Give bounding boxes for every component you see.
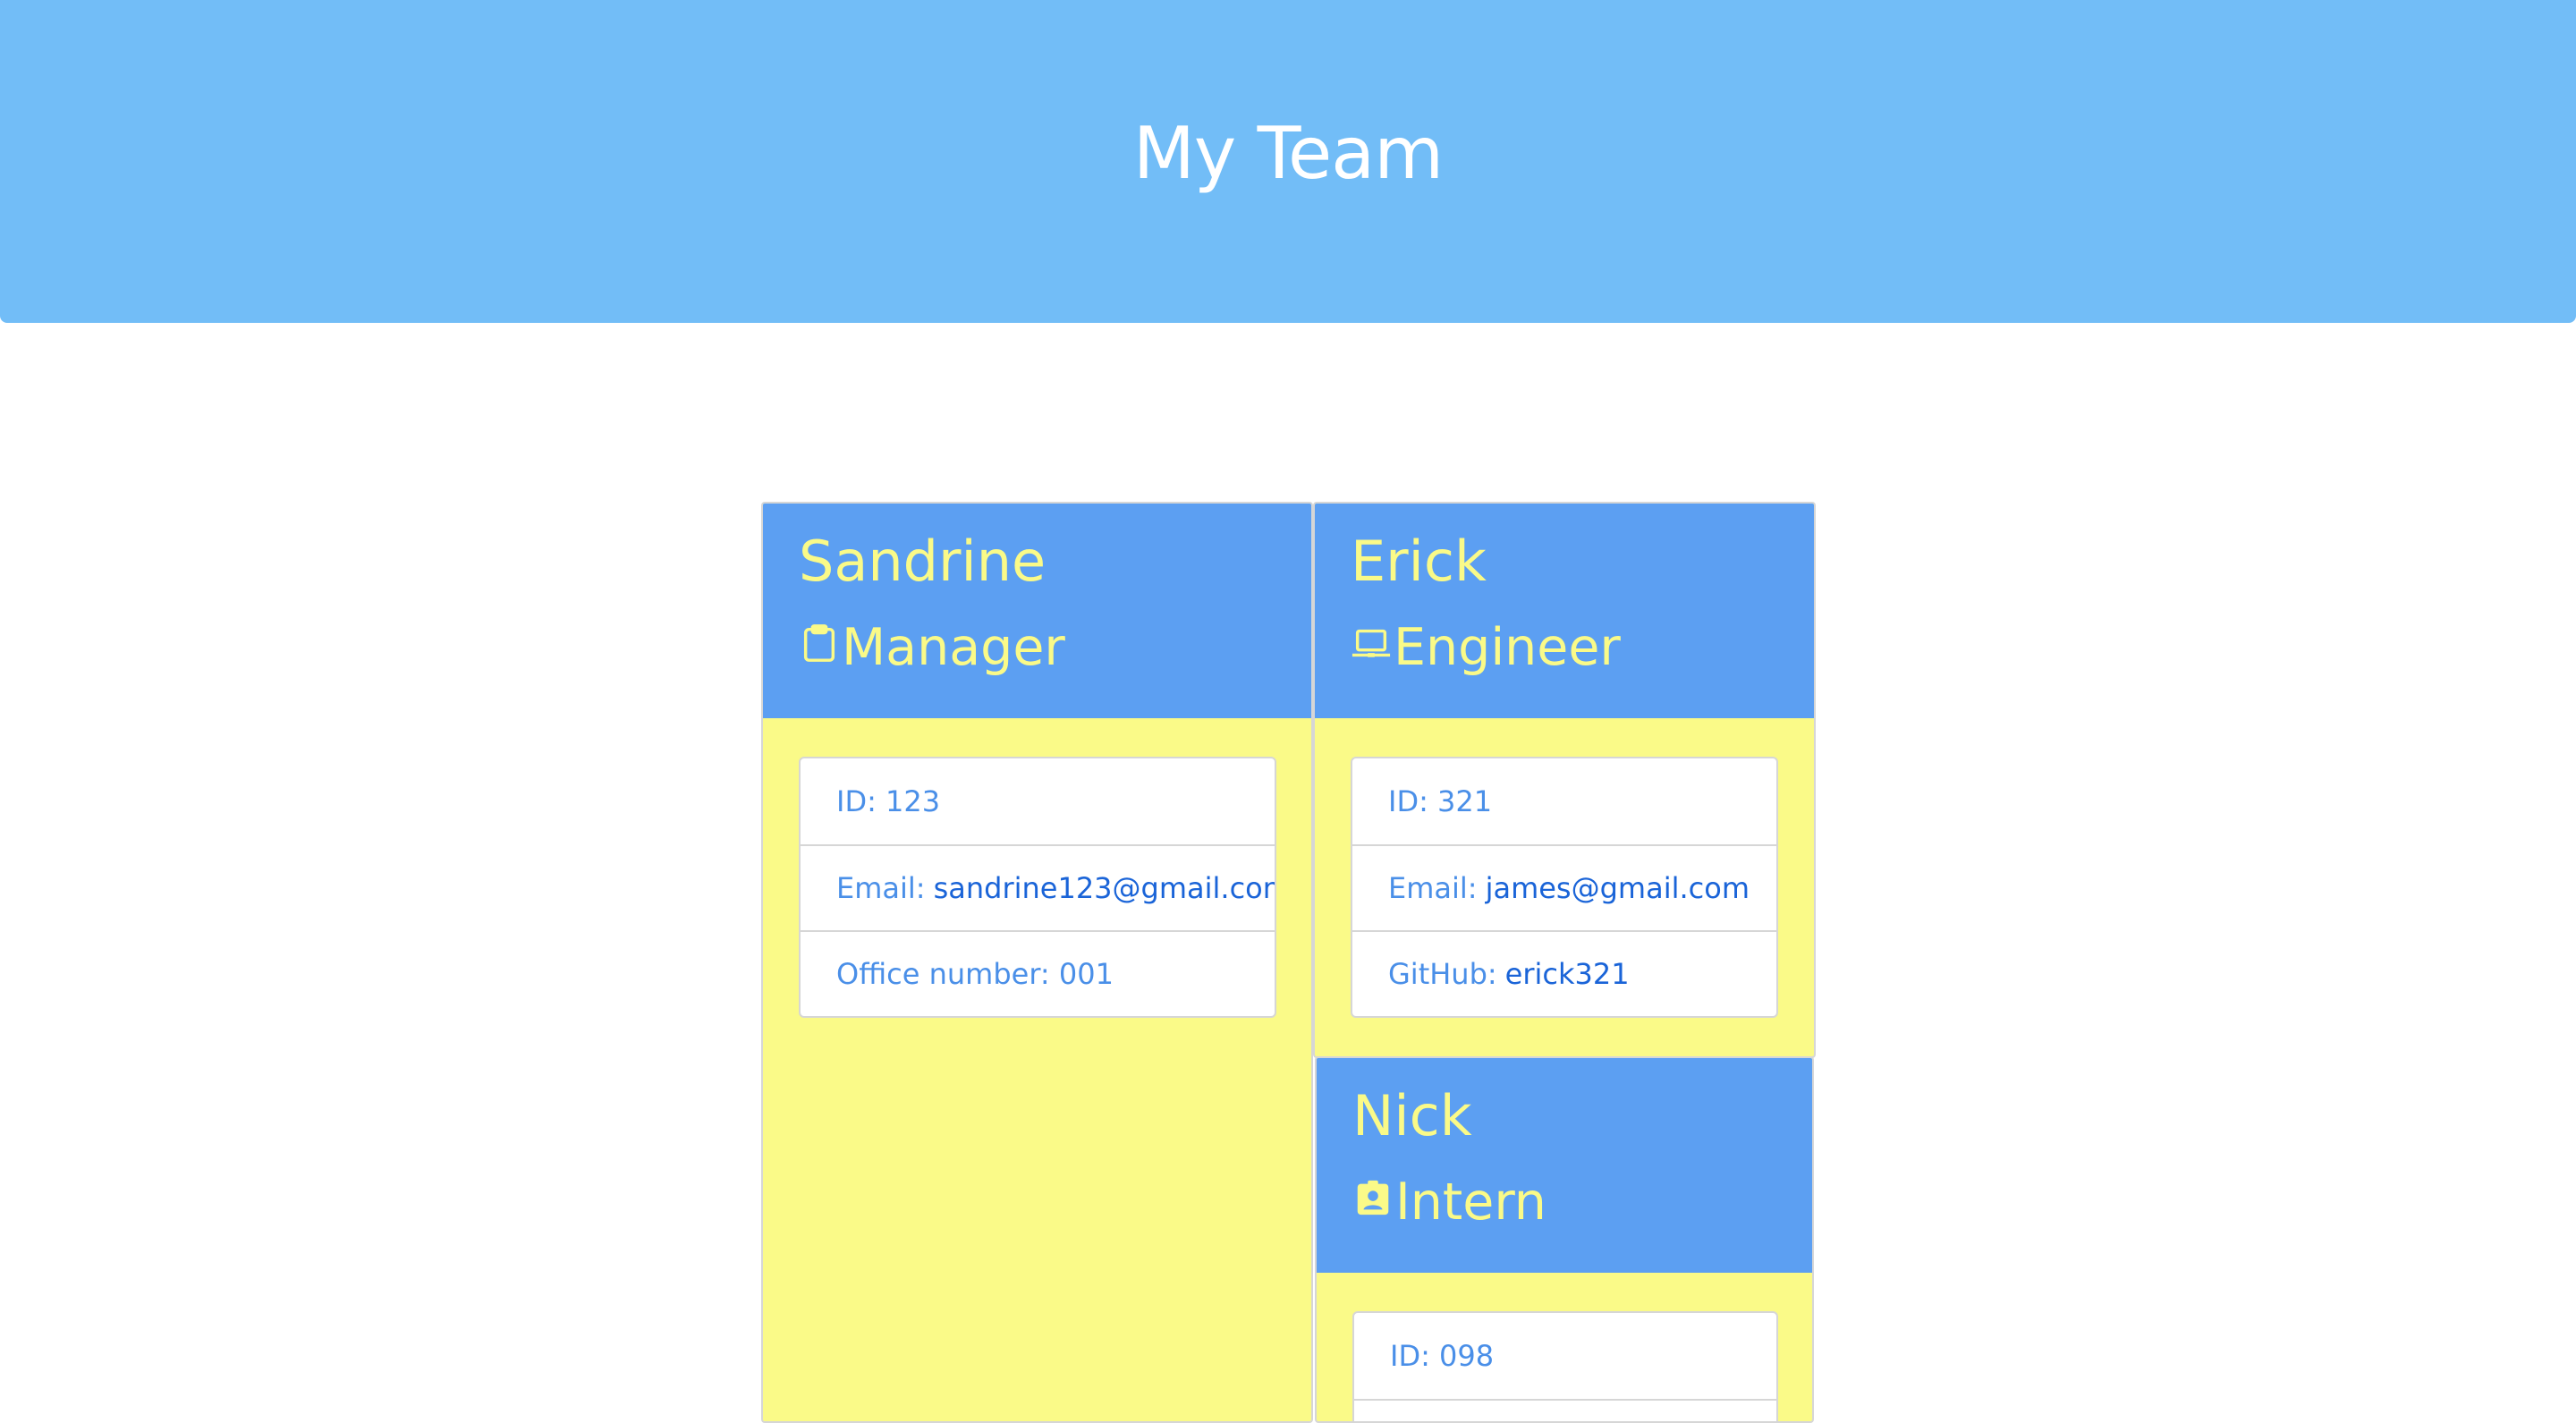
card-header: Nick Intern	[1317, 1058, 1812, 1273]
manager-card: Sandrine Manager ID: 123 Email: sandrine…	[761, 502, 1313, 1423]
github-label: GitHub:	[1388, 957, 1497, 991]
employee-details-list: ID: 098	[1352, 1311, 1778, 1421]
employee-office-number: Office number: 001	[801, 930, 1275, 1016]
email-link[interactable]: sandrine123@gmail.com	[934, 871, 1275, 905]
engineer-card: Erick Engineer ID: 321 Email: james@gmai…	[1313, 502, 1816, 1058]
github-link[interactable]: erick321	[1505, 957, 1630, 991]
employee-role: Intern	[1352, 1173, 1546, 1232]
page-title: My Team	[1132, 112, 1444, 195]
email-label: Email:	[1388, 871, 1478, 905]
employee-id-text: ID: 123	[836, 784, 941, 818]
employee-role: Manager	[799, 618, 1065, 677]
employee-github: GitHub: erick321	[1352, 930, 1776, 1016]
employee-id-text: ID: 321	[1388, 784, 1493, 818]
role-label: Manager	[842, 618, 1065, 677]
page-header: My Team	[0, 0, 2576, 323]
employee-role: Engineer	[1351, 618, 1621, 677]
email-link[interactable]: james@gmail.com	[1486, 871, 1750, 905]
role-label: Intern	[1395, 1173, 1546, 1232]
email-label: Email:	[836, 871, 926, 905]
employee-email: Email: sandrine123@gmail.com	[801, 844, 1275, 930]
intern-card: Nick Intern ID: 098	[1315, 1056, 1814, 1423]
employee-id: ID: 123	[801, 758, 1275, 844]
card-header: Erick Engineer	[1315, 504, 1814, 718]
employee-id-text: ID: 098	[1390, 1339, 1495, 1373]
employee-details-list: ID: 123 Email: sandrine123@gmail.com Off…	[799, 757, 1276, 1018]
clipboard-icon	[803, 624, 835, 662]
employee-id: ID: 098	[1354, 1313, 1776, 1399]
id-badge-icon	[1357, 1180, 1389, 1215]
card-header: Sandrine Manager	[763, 504, 1311, 718]
employee-name: Erick	[1351, 529, 1487, 594]
employee-details-list: ID: 321 Email: james@gmail.com GitHub: e…	[1351, 757, 1778, 1018]
employee-name: Nick	[1352, 1083, 1472, 1148]
office-number-text: Office number: 001	[836, 957, 1114, 991]
role-label: Engineer	[1394, 618, 1621, 677]
employee-email: Email: james@gmail.com	[1352, 844, 1776, 930]
employee-id: ID: 321	[1352, 758, 1776, 844]
laptop-icon	[1352, 629, 1391, 657]
employee-name: Sandrine	[799, 529, 1046, 594]
